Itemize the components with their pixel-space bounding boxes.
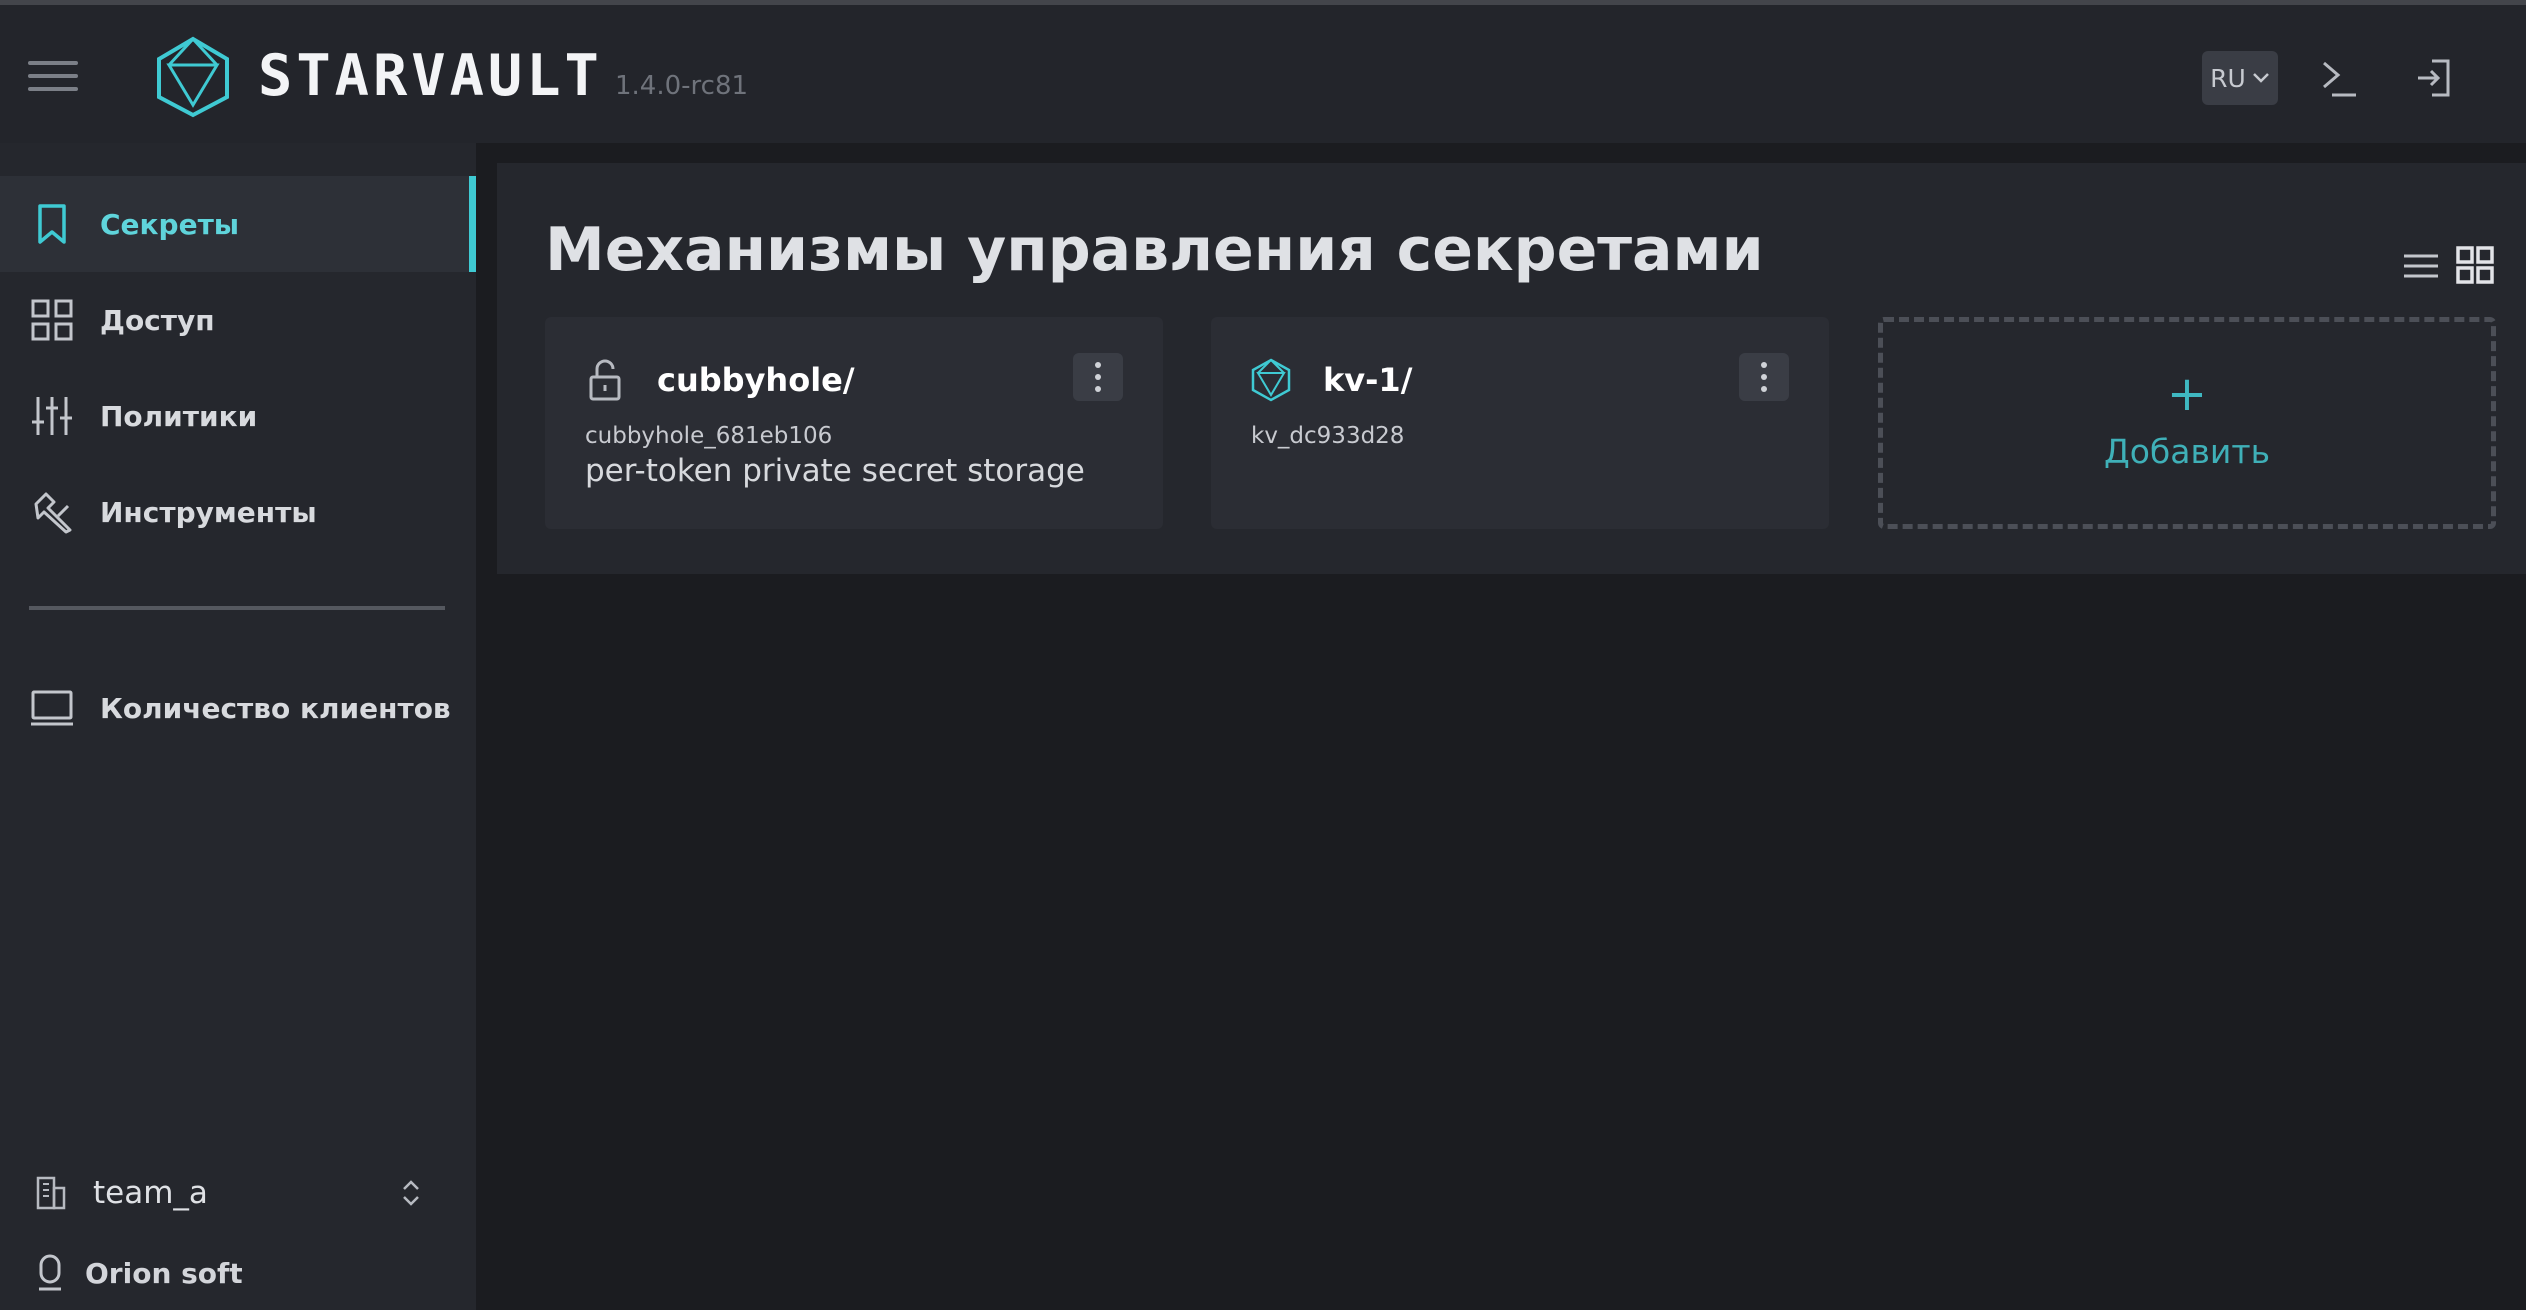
sidebar-item-tools[interactable]: Инструменты [0, 464, 476, 560]
engine-accessor: cubbyhole_681eb106 [585, 423, 833, 449]
vendor-brand: Orion soft [30, 1243, 330, 1303]
hamburger-menu-icon[interactable] [28, 61, 78, 97]
page-title: Механизмы управления секретами [545, 215, 1764, 285]
sidebar-item-label: Секреты [100, 207, 240, 241]
secret-engine-card[interactable]: cubbyhole/ cubbyhole_681eb106 per-token … [545, 317, 1163, 529]
list-view-icon[interactable] [2402, 251, 2440, 281]
engine-accessor: kv_dc933d28 [1251, 423, 1405, 449]
logout-icon[interactable] [2412, 55, 2456, 101]
engine-description: per-token private secret storage [585, 453, 1085, 489]
engine-path[interactable]: kv-1/ [1323, 361, 1412, 399]
add-engine-button[interactable]: + Добавить [1878, 317, 2496, 529]
sidebar-item-secrets[interactable]: Секреты [0, 176, 476, 272]
more-options-icon[interactable] [1739, 353, 1789, 401]
monitor-icon [31, 690, 73, 726]
sidebar-item-label: Инструменты [100, 495, 317, 529]
grid-view-icon[interactable] [2455, 245, 2495, 285]
sidebar-item-label: Количество клиентов [100, 691, 451, 725]
version-label: 1.4.0-rc81 [615, 71, 749, 101]
starvault-logo-icon [157, 36, 229, 118]
building-icon [36, 1176, 66, 1210]
sidebar: Секреты Доступ Политики Инструменты Коли… [0, 143, 476, 1310]
language-selector[interactable]: RU [2202, 51, 2278, 105]
tools-icon [34, 492, 72, 534]
namespace-selector[interactable]: team_a [30, 1158, 440, 1228]
bookmark-icon [38, 204, 66, 244]
orion-logo-icon [39, 1254, 61, 1291]
secret-engine-card[interactable]: kv-1/ kv_dc933d28 [1211, 317, 1829, 529]
vendor-label: Orion soft [85, 1256, 243, 1290]
main-content: Механизмы управления секретами cubbyhole… [497, 163, 2526, 574]
sliders-icon [32, 397, 72, 435]
sidebar-item-access[interactable]: Доступ [0, 272, 476, 368]
sidebar-item-label: Политики [100, 399, 258, 433]
engine-path[interactable]: cubbyhole/ [657, 361, 855, 399]
chevron-updown-icon [403, 1180, 419, 1206]
sidebar-divider [29, 606, 445, 610]
add-engine-label: Добавить [2103, 432, 2271, 471]
more-options-icon[interactable] [1073, 353, 1123, 401]
namespace-label: team_a [93, 1175, 208, 1211]
sidebar-item-policies[interactable]: Политики [0, 368, 476, 464]
terminal-icon[interactable] [2318, 55, 2362, 101]
app-header: STARVAULT 1.4.0-rc81 RU [0, 5, 2526, 143]
unlock-icon [589, 359, 621, 401]
sidebar-item-label: Доступ [100, 303, 215, 337]
brand-name: STARVAULT [258, 43, 603, 109]
plus-icon: + [2166, 366, 2208, 422]
grid-icon [31, 299, 73, 341]
kv-engine-icon [1251, 358, 1291, 402]
language-label: RU [2210, 63, 2246, 93]
chevron-down-icon [2252, 73, 2269, 83]
sidebar-item-clients[interactable]: Количество клиентов [0, 660, 476, 756]
